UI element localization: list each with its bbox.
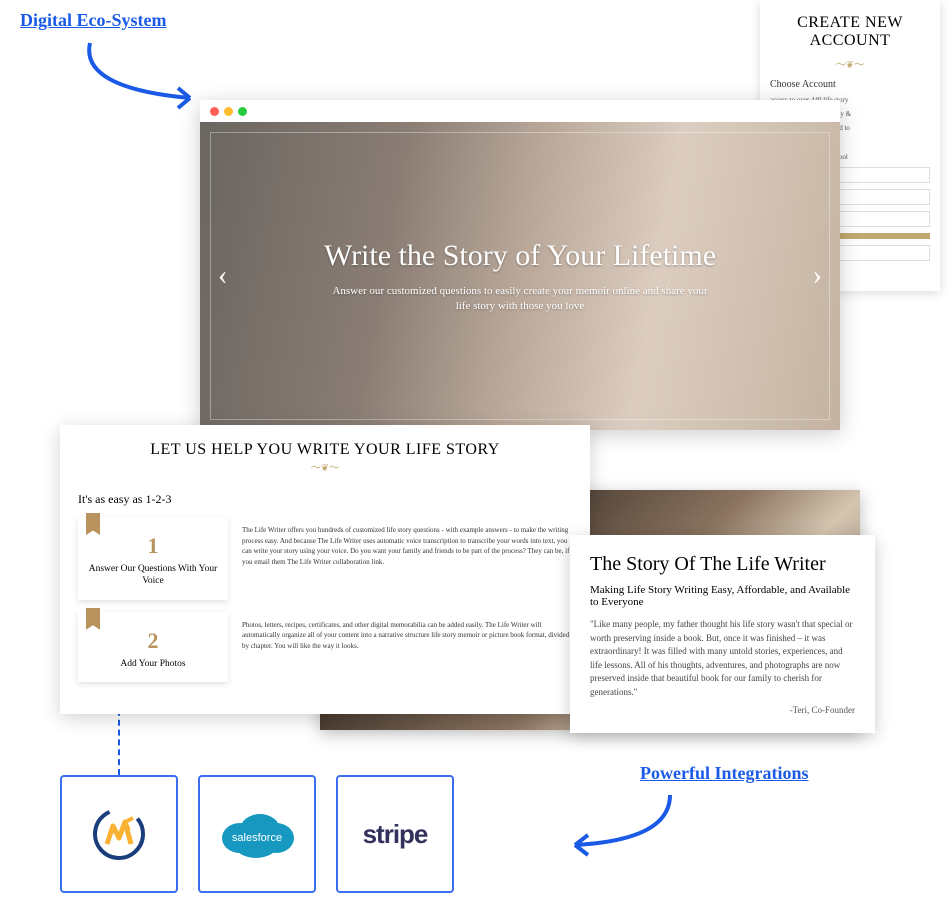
help-sub: It's as easy as 1-2-3	[78, 492, 572, 507]
window-close-icon[interactable]	[210, 107, 219, 116]
ribbon-icon	[86, 513, 100, 535]
hero-title: Write the Story of Your Lifetime	[324, 238, 716, 274]
window-zoom-icon[interactable]	[238, 107, 247, 116]
step-1-box[interactable]: 1 Answer Our Questions With Your Voice	[78, 517, 228, 600]
step-2-desc: Photos, letters, recipes, certificates, …	[242, 612, 572, 682]
stripe-icon: stripe	[363, 819, 428, 850]
account-title: CREATE NEW ACCOUNT	[770, 14, 930, 50]
flourish-icon: ～❦～	[78, 459, 572, 474]
salesforce-icon: salesforce	[214, 804, 300, 864]
story-card: The Story Of The Life Writer Making Life…	[570, 535, 875, 733]
hero-banner: ‹ Write the Story of Your Lifetime Answe…	[200, 122, 840, 430]
flourish-icon: ～❦～	[770, 56, 930, 71]
step-1-desc: The Life Writer offers you hundreds of c…	[242, 517, 572, 600]
story-title: The Story Of The Life Writer	[590, 553, 855, 576]
digital-eco-system-label: Digital Eco-System	[20, 10, 166, 31]
step-number: 2	[86, 628, 220, 654]
powerful-integrations-label: Powerful Integrations	[640, 763, 808, 784]
svg-text:salesforce: salesforce	[232, 832, 282, 844]
step-number: 1	[86, 533, 220, 559]
carousel-next-icon[interactable]: ›	[813, 260, 822, 292]
window-minimize-icon[interactable]	[224, 107, 233, 116]
integration-salesforce[interactable]: salesforce	[198, 775, 316, 893]
step-2-box[interactable]: 2 Add Your Photos	[78, 612, 228, 682]
story-quote: "Like many people, my father thought his…	[590, 618, 855, 699]
arrow-eco-icon	[70, 38, 210, 118]
step-caption: Add Your Photos	[86, 658, 220, 670]
choose-account-label: Choose Account	[770, 79, 930, 90]
carousel-prev-icon[interactable]: ‹	[218, 260, 227, 292]
help-title: LET US HELP YOU WRITE YOUR LIFE STORY	[78, 441, 572, 459]
mautic-icon	[89, 804, 149, 864]
step-caption: Answer Our Questions With Your Voice	[86, 563, 220, 588]
arrow-integrations-icon	[560, 790, 680, 860]
story-sub: Making Life Story Writing Easy, Affordab…	[590, 584, 855, 608]
integrations-row: salesforce stripe	[60, 775, 454, 893]
hero-window: ‹ Write the Story of Your Lifetime Answe…	[200, 100, 840, 430]
window-chrome	[200, 100, 840, 122]
hero-subtitle: Answer our customized questions to easil…	[330, 284, 710, 315]
story-attribution: -Teri, Co-Founder	[590, 705, 855, 715]
integration-stripe[interactable]: stripe	[336, 775, 454, 893]
integration-mautic[interactable]	[60, 775, 178, 893]
ribbon-icon	[86, 608, 100, 630]
help-card: LET US HELP YOU WRITE YOUR LIFE STORY ～❦…	[60, 425, 590, 714]
